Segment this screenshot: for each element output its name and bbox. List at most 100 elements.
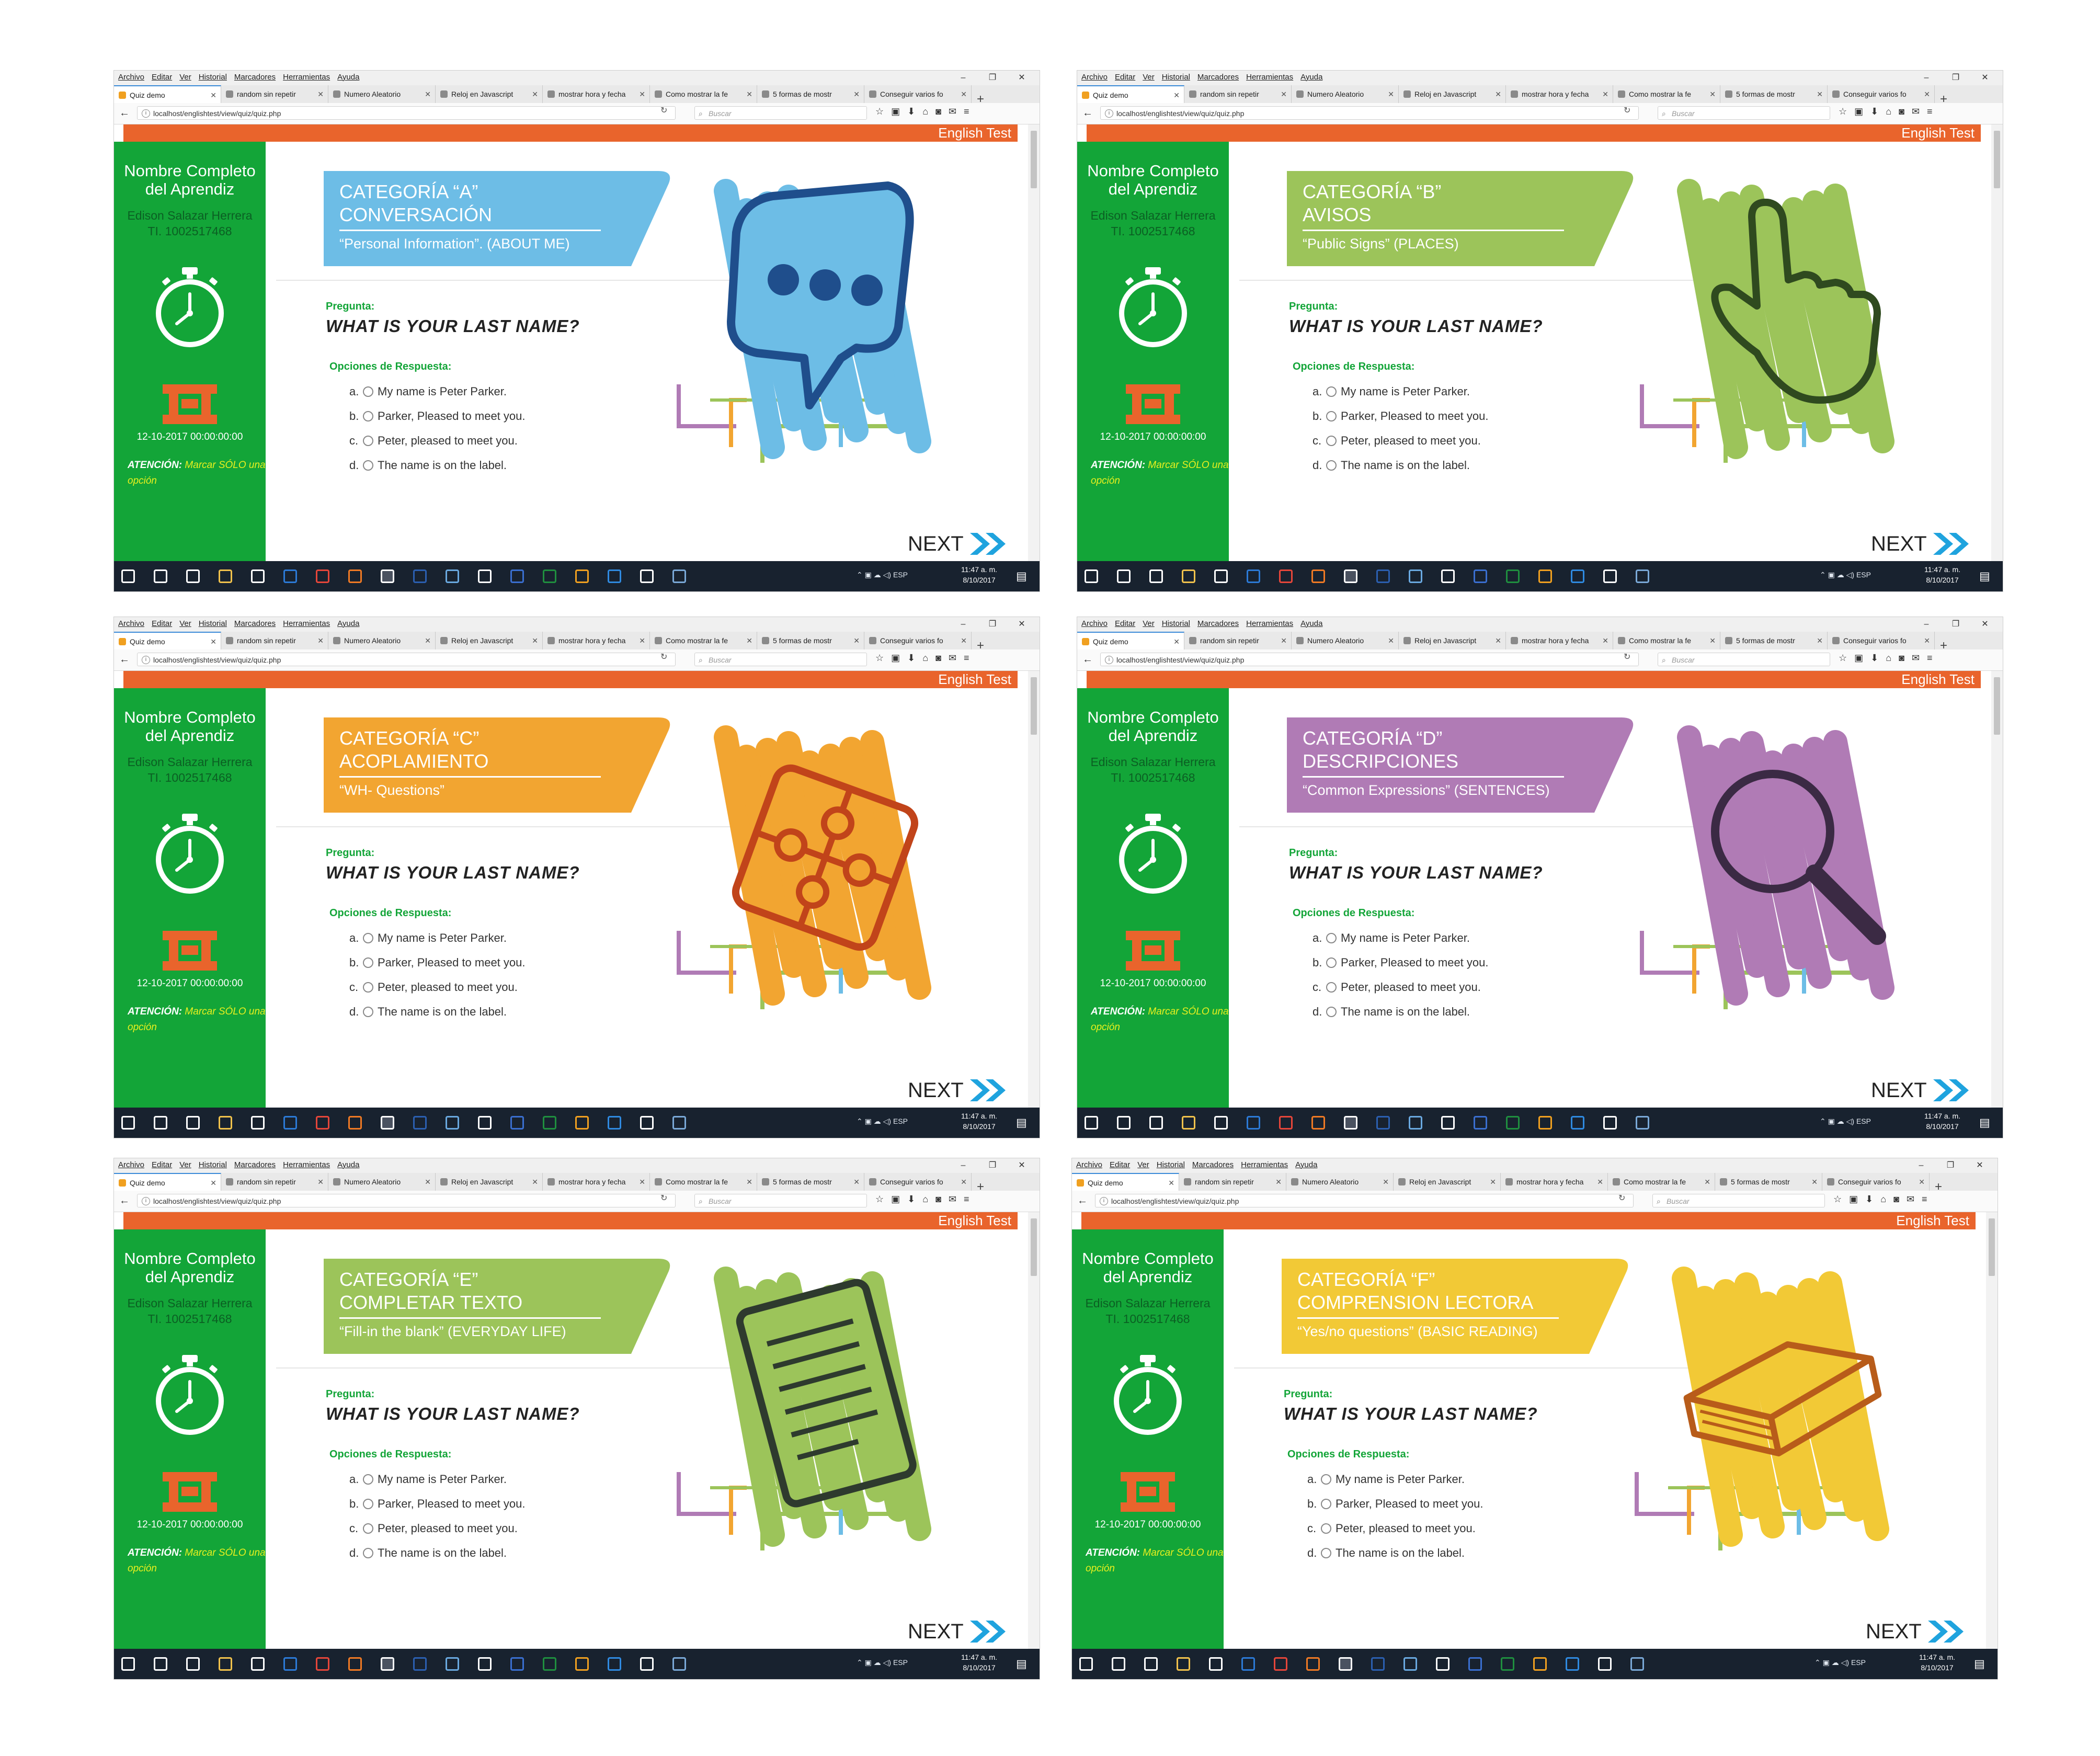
system-tray[interactable]: ⌃ ▣ ☁ ◁) ESP (857, 1117, 908, 1126)
menu-item[interactable]: Editar (1115, 619, 1135, 628)
language-indicator[interactable]: ESP (893, 1117, 908, 1125)
menu-item[interactable]: Marcadores (1197, 619, 1239, 628)
menu-item[interactable]: Herramientas (1241, 1160, 1288, 1169)
browser-tab[interactable]: Conseguir varios fo ✕ (1822, 1173, 1930, 1191)
browser-tab[interactable]: mostrar hora y fecha ✕ (1506, 85, 1613, 103)
notification-icon[interactable]: ▤ (1974, 1657, 1985, 1671)
taskbar-app-icon[interactable] (121, 569, 135, 583)
taskbar-app-icon[interactable] (1117, 1116, 1131, 1130)
taskbar-app-icon[interactable] (1506, 569, 1520, 583)
taskbar-app-icon[interactable] (1241, 1657, 1255, 1671)
answer-option[interactable]: b. Parker, Pleased to meet you. (1312, 950, 1489, 975)
minimize-button[interactable]: – (949, 1158, 978, 1173)
close-tab-icon[interactable]: ✕ (532, 85, 538, 103)
taskbar-app-icon[interactable] (283, 1657, 297, 1671)
taskbar-app-icon[interactable] (1409, 1116, 1422, 1130)
taskbar-app-icon[interactable] (1247, 1116, 1260, 1130)
taskbar-app-icon[interactable] (1436, 1657, 1450, 1671)
info-icon[interactable]: i (1105, 656, 1113, 664)
taskbar-app-icon[interactable] (413, 1116, 427, 1130)
answer-option[interactable]: a. My name is Peter Parker. (349, 926, 526, 950)
system-tray[interactable]: ⌃ ▣ ☁ ◁) ESP (857, 1658, 908, 1667)
taskbar-app-icon[interactable] (1344, 569, 1357, 583)
language-indicator[interactable]: ESP (1856, 1117, 1871, 1125)
taskbar-app-icon[interactable] (640, 1116, 654, 1130)
browser-tab[interactable]: random sin repetir ✕ (1179, 1173, 1286, 1191)
reload-icon[interactable]: ↻ (660, 652, 667, 662)
next-button[interactable]: NEXT (908, 1618, 1010, 1645)
browser-tab[interactable]: Conseguir varios fo ✕ (864, 1173, 972, 1191)
menu-item[interactable]: Editar (1110, 1160, 1130, 1169)
taskbar-app-icon[interactable] (608, 569, 621, 583)
browser-tab[interactable]: Numero Aleatorio ✕ (1286, 1173, 1394, 1191)
maximize-button[interactable]: ❐ (1941, 617, 1970, 632)
browser-tab[interactable]: random sin repetir ✕ (221, 632, 328, 649)
browser-tab[interactable]: Conseguir varios fo ✕ (864, 85, 972, 103)
close-tab-icon[interactable]: ✕ (1817, 85, 1823, 103)
menu-item[interactable]: Herramientas (1246, 619, 1293, 628)
taskbar-app-icon[interactable] (575, 569, 589, 583)
taskbar-app-icon[interactable] (608, 1116, 621, 1130)
taskbar-app-icon[interactable] (1182, 1116, 1195, 1130)
close-tab-icon[interactable]: ✕ (1704, 1173, 1710, 1191)
radio-button[interactable] (363, 460, 373, 471)
browser-tab[interactable]: random sin repetir ✕ (1184, 632, 1292, 649)
toolbar-icons[interactable]: ☆▣⬇⌂◙✉≡ (875, 653, 977, 664)
answer-option[interactable]: c. Peter, pleased to meet you. (1312, 428, 1489, 453)
browser-tab[interactable]: mostrar hora y fecha ✕ (543, 85, 650, 103)
menu-item[interactable]: Historial (199, 619, 227, 628)
browser-tab[interactable]: Quiz demo ✕ (1077, 85, 1184, 103)
taskbar-app-icon[interactable] (283, 1116, 297, 1130)
answer-option[interactable]: c. Peter, pleased to meet you. (349, 975, 526, 999)
next-button[interactable]: NEXT (1871, 531, 1973, 557)
taskbar-app-icon[interactable] (510, 1657, 524, 1671)
taskbar-app-icon[interactable] (1566, 1657, 1579, 1671)
taskbar-app-icon[interactable] (478, 1116, 492, 1130)
browser-tab[interactable]: 5 formas de mostr ✕ (757, 1173, 864, 1191)
browser-tab[interactable]: Reloj en Javascript ✕ (436, 1173, 543, 1191)
close-tab-icon[interactable]: ✕ (639, 632, 645, 649)
back-arrow-icon[interactable]: ← (119, 654, 130, 666)
close-tab-icon[interactable]: ✕ (746, 632, 752, 649)
reload-icon[interactable]: ↻ (1624, 105, 1630, 116)
taskbar-app-icon[interactable] (413, 1657, 427, 1671)
menu-item[interactable]: Historial (199, 1160, 227, 1169)
answer-option[interactable]: d. The name is on the label. (1307, 1541, 1483, 1565)
toolbar-icons[interactable]: ☆▣⬇⌂◙✉≡ (1839, 106, 1940, 117)
address-bar[interactable]: i localhost/englishtest/view/quiz/quiz.ph… (137, 106, 676, 120)
taskbar-app-icon[interactable] (1311, 569, 1325, 583)
toolbar-icons[interactable]: ☆▣⬇⌂◙✉≡ (1833, 1194, 1935, 1205)
taskbar-app-icon[interactable] (478, 1657, 492, 1671)
taskbar-clock[interactable]: 11:47 a. m. 8/10/2017 (961, 1652, 997, 1673)
taskbar-app-icon[interactable] (1571, 1116, 1584, 1130)
taskbar-app-icon[interactable] (1306, 1657, 1320, 1671)
taskbar-app-icon[interactable] (543, 1116, 556, 1130)
menu-item[interactable]: Archivo (118, 73, 144, 82)
radio-button[interactable] (363, 1523, 373, 1534)
menu-item[interactable]: Historial (1162, 619, 1190, 628)
taskbar-app-icon[interactable] (1603, 1116, 1617, 1130)
taskbar-clock[interactable]: 11:47 a. m. 8/10/2017 (961, 564, 997, 585)
browser-tab[interactable]: Numero Aleatorio ✕ (328, 85, 436, 103)
taskbar-app-icon[interactable] (1538, 1116, 1552, 1130)
close-tab-icon[interactable]: ✕ (639, 85, 645, 103)
browser-tab[interactable]: Reloj en Javascript ✕ (436, 632, 543, 649)
browser-tab[interactable]: Numero Aleatorio ✕ (1292, 85, 1399, 103)
close-tab-icon[interactable]: ✕ (853, 632, 860, 649)
menu-item[interactable]: Historial (199, 73, 227, 82)
taskbar-app-icon[interactable] (348, 569, 362, 583)
taskbar-app-icon[interactable] (446, 1657, 459, 1671)
maximize-button[interactable]: ❐ (1936, 1158, 1965, 1173)
close-tab-icon[interactable]: ✕ (425, 632, 431, 649)
taskbar-app-icon[interactable] (1636, 1116, 1649, 1130)
browser-tab[interactable]: 5 formas de mostr ✕ (1720, 85, 1828, 103)
browser-tab[interactable]: Numero Aleatorio ✕ (328, 1173, 436, 1191)
answer-option[interactable]: a. My name is Peter Parker. (349, 379, 526, 404)
taskbar-app-icon[interactable] (640, 569, 654, 583)
menu-item[interactable]: Herramientas (283, 619, 330, 628)
answer-option[interactable]: d. The name is on the label. (349, 999, 526, 1024)
taskbar-app-icon[interactable] (1571, 569, 1584, 583)
taskbar-app-icon[interactable] (608, 1657, 621, 1671)
taskbar-app-icon[interactable] (219, 1657, 232, 1671)
next-button[interactable]: NEXT (1866, 1618, 1968, 1645)
